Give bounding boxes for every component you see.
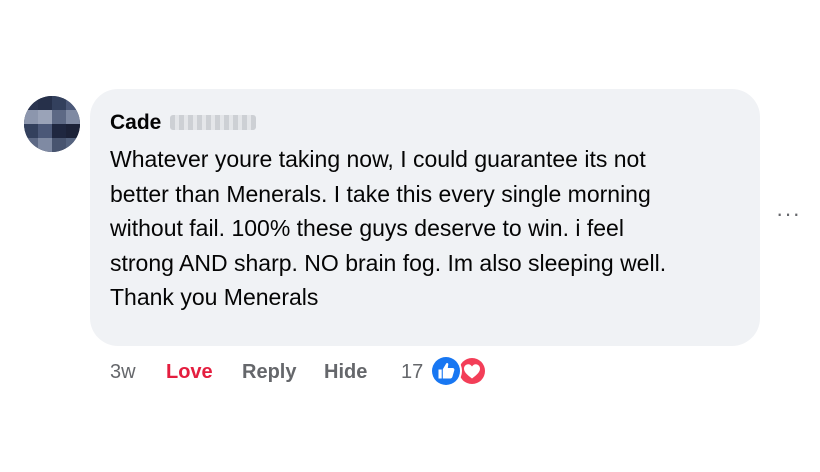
love-reaction-button[interactable]: Love <box>166 357 213 387</box>
avatar-pixel <box>66 124 80 138</box>
redacted-last-name <box>170 115 256 130</box>
comment-text: Whatever youre taking now, I could guara… <box>110 142 740 315</box>
avatar-pixel <box>66 110 80 124</box>
avatar-pixel <box>52 110 66 124</box>
comment-timestamp[interactable]: 3w <box>110 357 136 387</box>
reaction-summary[interactable] <box>428 353 490 389</box>
avatar-pixel <box>52 96 66 110</box>
avatar-pixel <box>24 124 38 138</box>
comment-view: Cade Whatever youre taking now, I could … <box>0 0 820 472</box>
comment-author-name[interactable]: Cade <box>110 110 161 136</box>
comment-line: without fail. 100% these guys deserve to… <box>110 215 624 241</box>
comment-line: better than Menerals. I take this every … <box>110 180 651 207</box>
reply-button[interactable]: Reply <box>242 357 296 387</box>
hide-button[interactable]: Hide <box>324 357 367 387</box>
avatar-pixel <box>38 138 52 152</box>
avatar-pixel <box>52 124 66 138</box>
comment-line: Thank you Menerals <box>110 284 319 310</box>
avatar-pixel <box>24 110 38 124</box>
avatar-pixel <box>24 96 38 110</box>
avatar-pixel <box>24 138 38 152</box>
reaction-count[interactable]: 17 <box>401 357 423 387</box>
comment-line: Whatever youre taking now, I could guara… <box>110 146 646 172</box>
avatar-pixel <box>66 96 80 110</box>
avatar-pixel <box>38 96 52 110</box>
avatar-pixel <box>66 138 80 152</box>
comment-line: strong AND sharp. NO brain fog. Im also … <box>110 249 667 276</box>
avatar-pixel <box>38 124 52 138</box>
avatar[interactable] <box>24 96 80 152</box>
avatar-pixel <box>52 138 66 152</box>
reaction-icons <box>430 355 487 387</box>
like-icon <box>430 355 462 387</box>
avatar-pixel <box>38 110 52 124</box>
more-options-icon[interactable]: ··· <box>776 203 801 225</box>
